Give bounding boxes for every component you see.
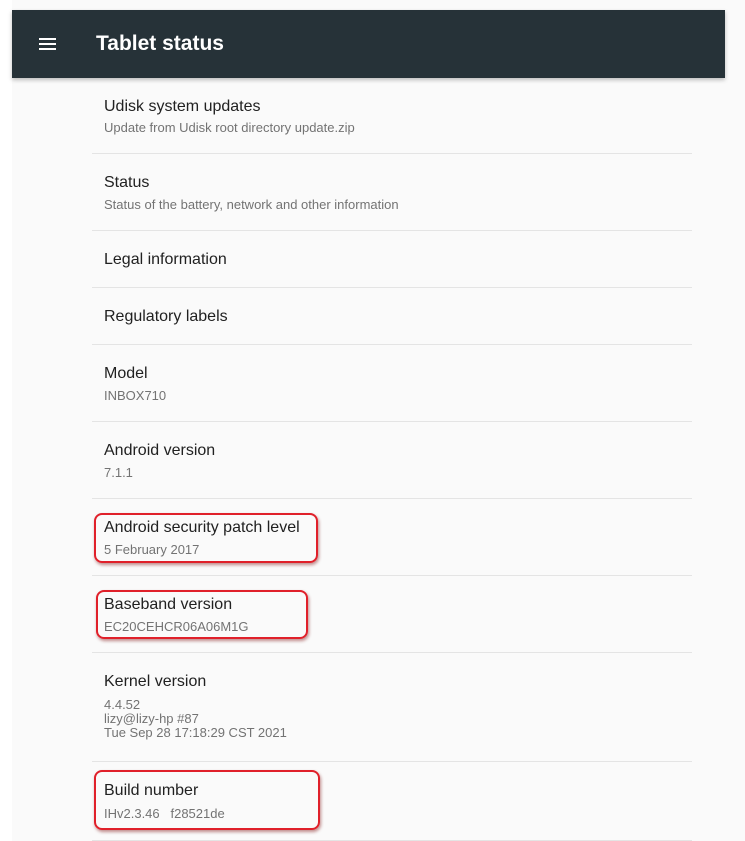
- pref-udisk-system-updates[interactable]: Udisk system updates Update from Udisk r…: [92, 78, 692, 154]
- pref-title: Status: [104, 174, 150, 191]
- pref-status[interactable]: Status Status of the battery, network an…: [92, 154, 692, 231]
- pref-title: Model: [104, 365, 148, 382]
- pref-title: Legal information: [104, 251, 227, 268]
- pref-security-patch-level[interactable]: Android security patch level 5 February …: [92, 499, 692, 576]
- pref-title: Baseband version: [104, 596, 233, 613]
- pref-summary: IHv2.3.46 f28521de: [104, 806, 225, 821]
- pref-kernel-version[interactable]: Kernel version 4.4.52 lizy@lizy-hp #87 T…: [92, 653, 692, 762]
- pref-summary-line: lizy@lizy-hp #87: [104, 711, 199, 726]
- pref-summary: 5 February 2017: [104, 542, 200, 557]
- pref-title: Udisk system updates: [104, 98, 261, 115]
- pref-title: Android security patch level: [104, 519, 300, 536]
- pref-summary: Update from Udisk root directory update.…: [104, 120, 355, 135]
- pref-android-version[interactable]: Android version 7.1.1: [92, 422, 692, 499]
- pref-title: Build number: [104, 782, 199, 799]
- pref-summary: Status of the battery, network and other…: [104, 197, 399, 212]
- pref-summary: EC20CEHCR06A06M1G: [104, 619, 249, 634]
- pref-model[interactable]: Model INBOX710: [92, 345, 692, 422]
- pref-summary: INBOX710: [104, 388, 167, 403]
- pref-title: Kernel version: [104, 673, 207, 690]
- pref-title: Android version: [104, 442, 216, 459]
- toolbar-title: Tablet status: [96, 32, 224, 55]
- hamburger-menu-icon[interactable]: [38, 34, 58, 54]
- pref-title: Regulatory labels: [104, 308, 228, 325]
- pref-baseband-version[interactable]: Baseband version EC20CEHCR06A06M1G: [92, 576, 692, 653]
- pref-summary: 7.1.1: [104, 465, 133, 480]
- pref-legal-information[interactable]: Legal information: [92, 231, 692, 288]
- preference-list: Udisk system updates Update from Udisk r…: [92, 78, 692, 841]
- pref-summary-line: Tue Sep 28 17:18:29 CST 2021: [104, 725, 287, 740]
- pref-regulatory-labels[interactable]: Regulatory labels: [92, 288, 692, 345]
- app-toolbar: Tablet status: [12, 10, 725, 78]
- pref-build-number[interactable]: Build number IHv2.3.46 f28521de: [92, 762, 692, 841]
- pref-summary-line: 4.4.52: [104, 697, 141, 712]
